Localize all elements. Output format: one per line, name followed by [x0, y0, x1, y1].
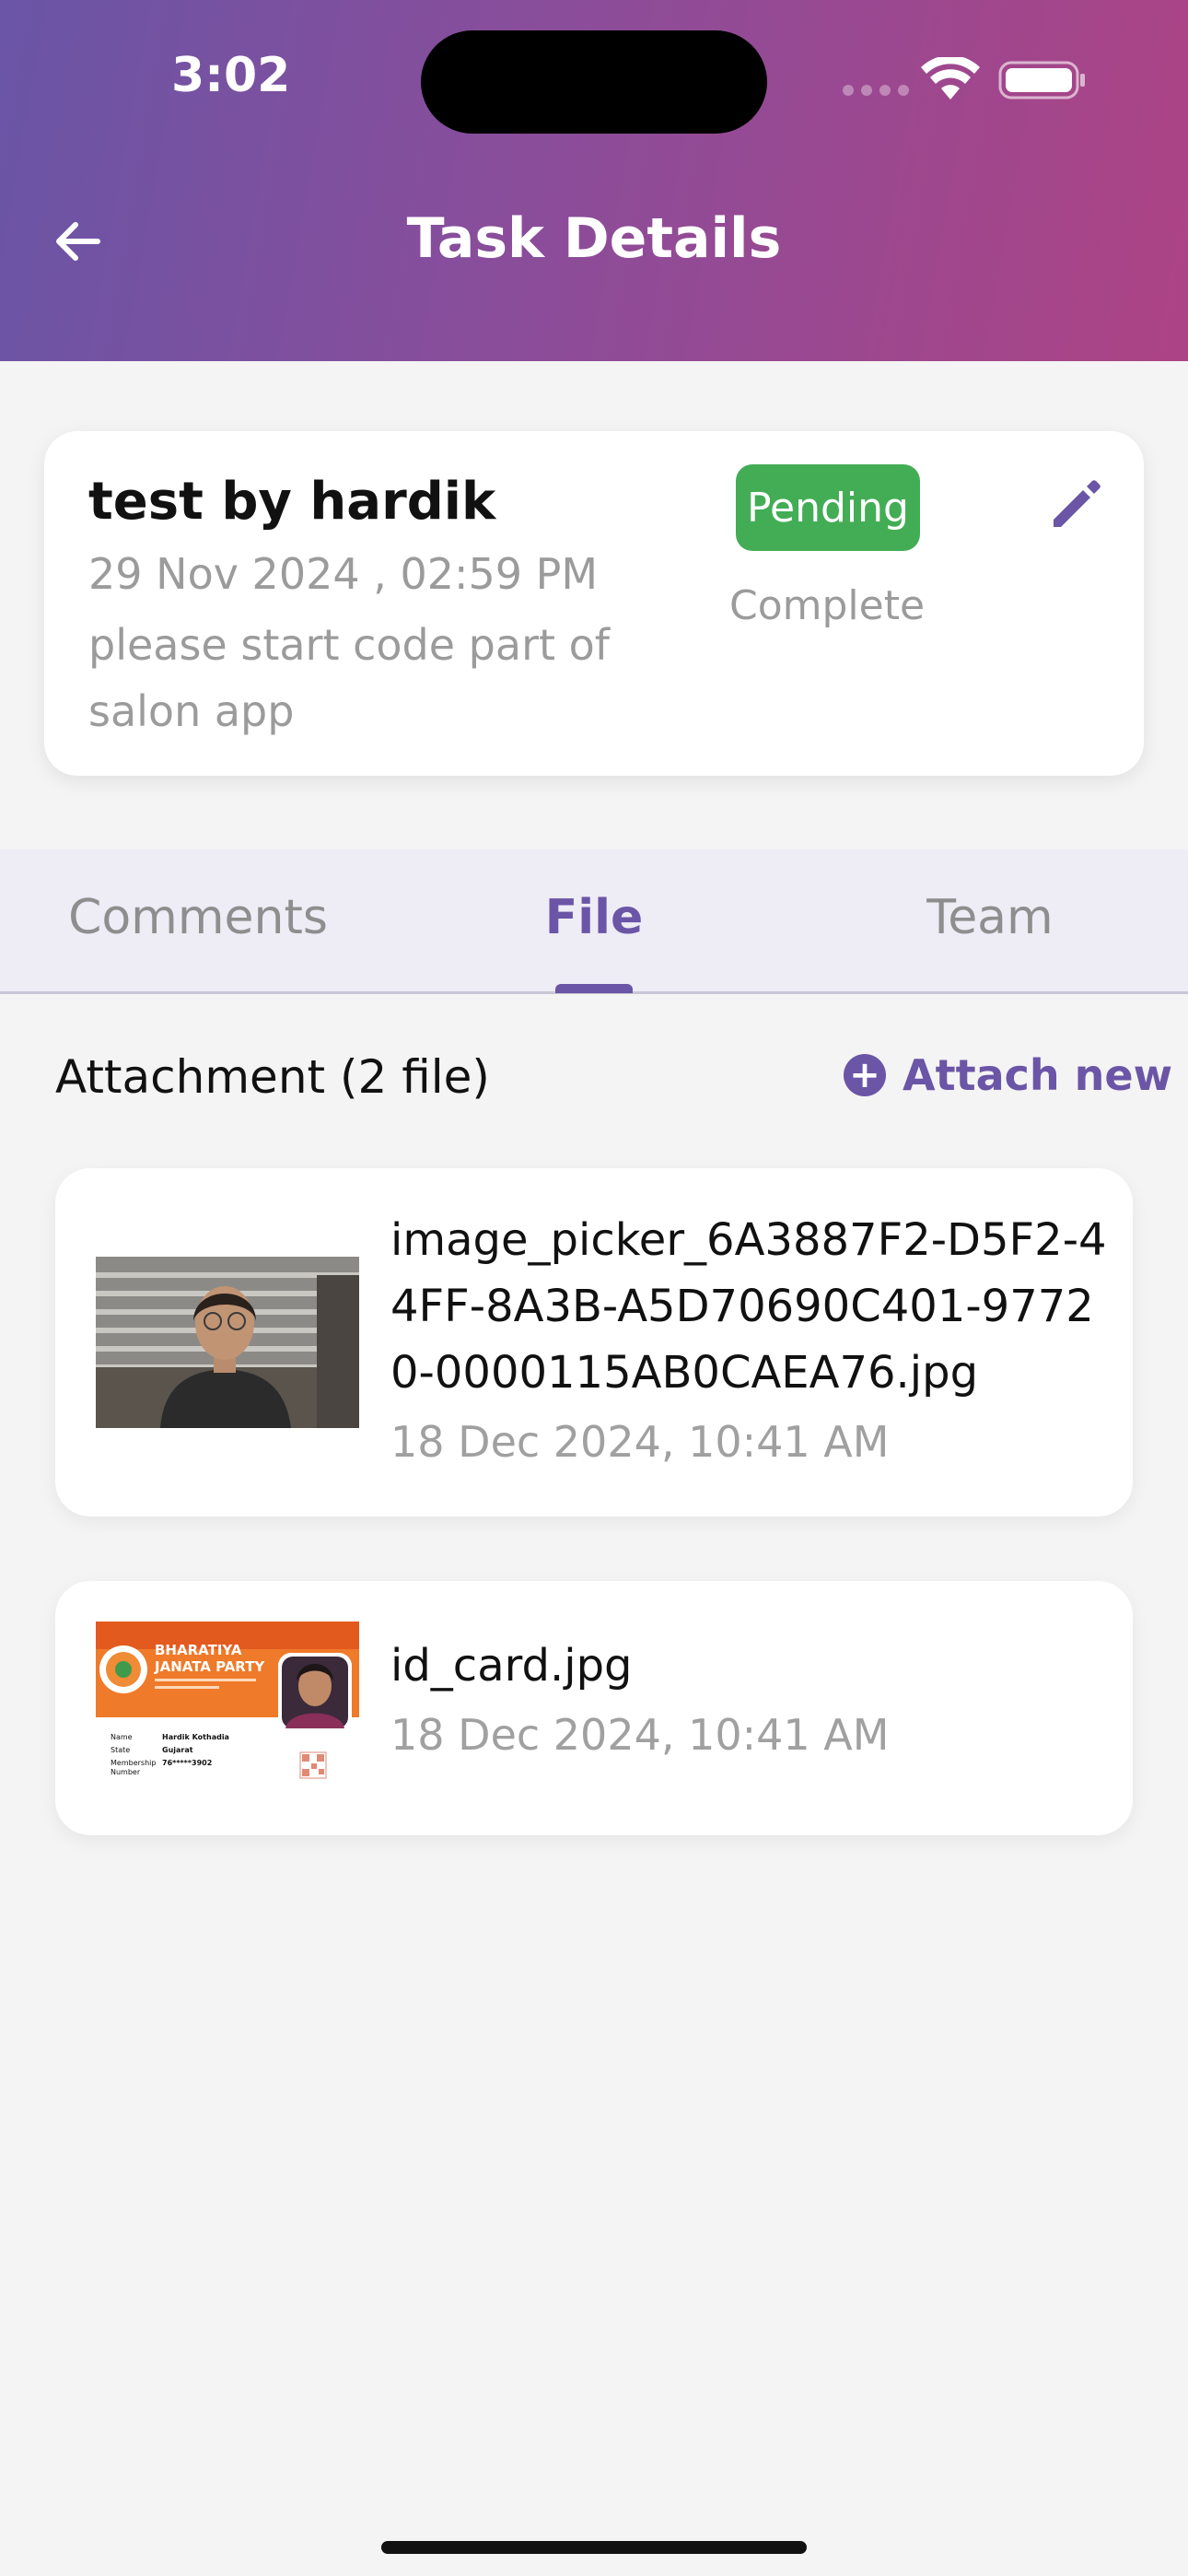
- attachment-heading: Attachment (2 file): [55, 1050, 490, 1104]
- file-name: id_card.jpg: [390, 1640, 633, 1692]
- cellular-icon: [843, 85, 909, 96]
- active-tab-indicator: [555, 984, 633, 993]
- tab-file[interactable]: File: [396, 890, 792, 945]
- id-card-value-name: Hardik Kothadia: [162, 1733, 229, 1741]
- id-card-party-line2: JANATA PARTY: [154, 1658, 265, 1675]
- page-title: Task Details: [406, 206, 782, 271]
- file-thumbnail[interactable]: BHARATIYA JANATA PARTY Name Hardik Kotha…: [96, 1622, 359, 1786]
- id-card-field-number: Number: [111, 1768, 141, 1776]
- attach-new-button[interactable]: + Attach new: [844, 1050, 1172, 1100]
- wifi-icon: [921, 57, 980, 100]
- tab-team[interactable]: Team: [792, 890, 1188, 945]
- status-complete-button[interactable]: Complete: [716, 582, 938, 629]
- file-item[interactable]: image_picker_6A3887F2-D5F2-44FF-8A3B-A5D…: [55, 1168, 1133, 1516]
- file-date: 18 Dec 2024, 10:41 AM: [390, 1710, 890, 1760]
- dynamic-island: [421, 30, 767, 134]
- attach-new-label: Attach new: [903, 1050, 1173, 1100]
- tab-bar: Comments File Team: [0, 849, 1188, 994]
- status-pending-button[interactable]: Pending: [736, 464, 920, 551]
- photo-thumbnail-image: [96, 1257, 359, 1428]
- file-name: image_picker_6A3887F2-D5F2-44FF-8A3B-A5D…: [390, 1214, 1107, 1399]
- task-date: 29 Nov 2024 , 02:59 PM: [88, 549, 599, 599]
- file-thumbnail[interactable]: [96, 1257, 359, 1428]
- file-date: 18 Dec 2024, 10:41 AM: [390, 1417, 890, 1467]
- edit-button[interactable]: [1041, 466, 1114, 540]
- task-title: test by hardik: [88, 472, 496, 532]
- id-card-value-state: Gujarat: [162, 1746, 193, 1754]
- id-card-thumbnail-image: BHARATIYA JANATA PARTY Name Hardik Kotha…: [96, 1622, 359, 1786]
- task-description: please start code part of salon app: [88, 620, 610, 736]
- app-header: 3:02 Task Details: [0, 0, 1188, 361]
- pencil-icon: [1054, 480, 1101, 527]
- qr-code-icon: [299, 1751, 327, 1779]
- status-time: 3:02: [171, 48, 291, 103]
- task-card: test by hardik 29 Nov 2024 , 02:59 PM pl…: [44, 431, 1144, 776]
- id-card-value-membership: 76*****3902: [162, 1759, 212, 1767]
- id-card-party-line1: BHARATIYA: [155, 1642, 242, 1658]
- id-card-field-state: State: [111, 1746, 130, 1754]
- id-card-field-membership: Membership: [111, 1759, 156, 1767]
- tab-comments[interactable]: Comments: [0, 890, 396, 945]
- battery-icon: [998, 61, 1085, 100]
- plus-circle-icon: +: [844, 1054, 886, 1096]
- home-indicator[interactable]: [381, 2541, 807, 2554]
- file-item[interactable]: BHARATIYA JANATA PARTY Name Hardik Kotha…: [55, 1581, 1133, 1835]
- id-card-field-name: Name: [111, 1733, 133, 1741]
